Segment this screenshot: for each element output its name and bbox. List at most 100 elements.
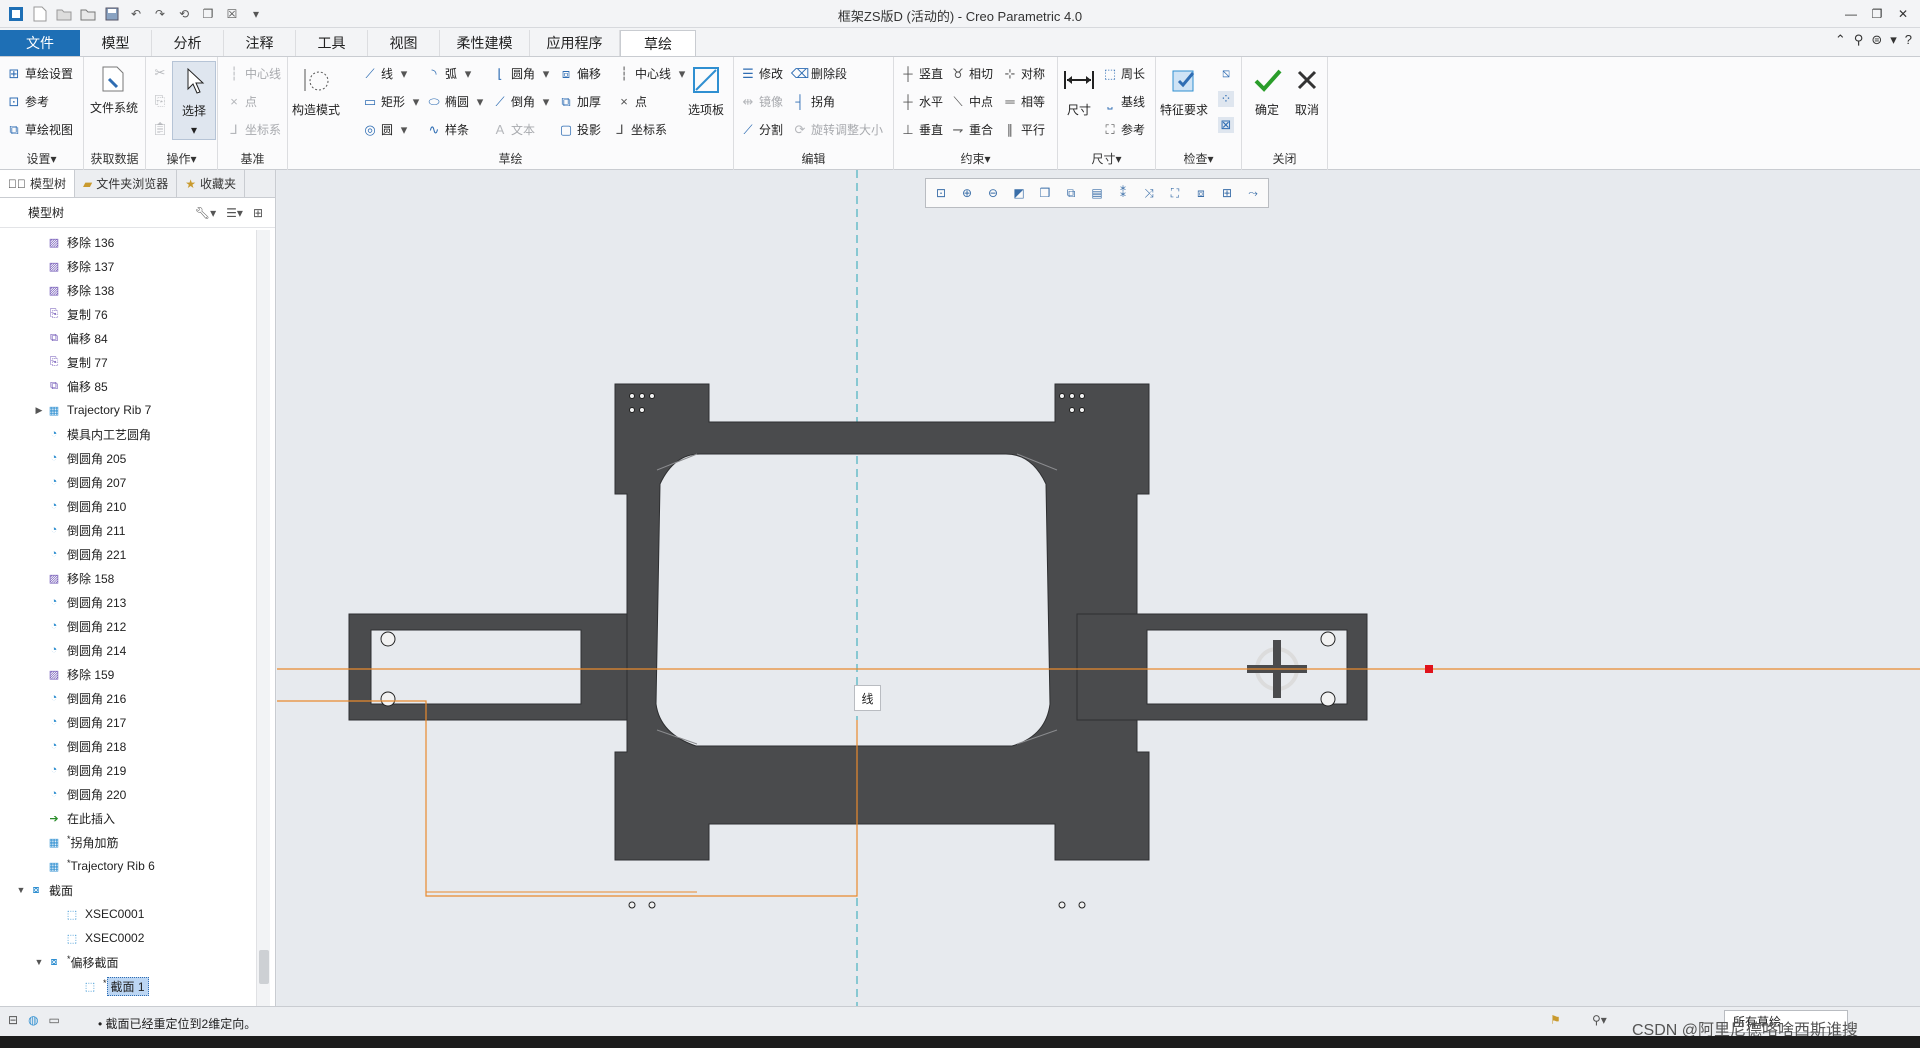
reference-button[interactable]: ⊡ 参考 xyxy=(6,93,49,110)
sketch-handle-right[interactable] xyxy=(1425,665,1433,673)
perpendicular-button[interactable]: ⊥ 垂直 xyxy=(900,121,943,138)
tree-item[interactable]: ⧉ 偏移 84 xyxy=(0,326,254,350)
tree-item[interactable]: ◔ 倒圆角 219 xyxy=(0,758,254,782)
tree-scrollbar[interactable] xyxy=(256,230,270,1006)
graphics-canvas[interactable]: ⊡ ⊕ ⊖ ◩ ❒ ⧉ ▤ ⁑ ⤨ ⛶ ⧈ ⊞ ⤳ 线 xyxy=(277,170,1920,1006)
minimize-ribbon-icon[interactable]: ⌃ xyxy=(1835,32,1846,48)
tree-item[interactable]: ⎘ 复制 76 xyxy=(0,302,254,326)
fillet-button[interactable]: ⌊ 圆角 ▾ xyxy=(492,65,554,82)
tab-tools[interactable]: 工具 xyxy=(296,30,368,56)
tree-item[interactable]: ▨ 移除 136 xyxy=(0,230,254,254)
corner-button[interactable]: ┤ 拐角 xyxy=(792,93,835,110)
tree-filter-icon[interactable]: ⊞ xyxy=(253,206,263,220)
offset-button[interactable]: ⧈ 偏移 xyxy=(558,65,601,82)
text-button[interactable]: A 文本 xyxy=(492,121,535,138)
tab-model-tree[interactable]: ⁝⃞ 模型树 xyxy=(0,170,76,197)
tree-item[interactable]: ▼ ⧇ 截面 xyxy=(0,878,254,902)
tree-item[interactable]: ◔ 倒圆角 214 xyxy=(0,638,254,662)
modify-button[interactable]: ☰ 修改 xyxy=(740,65,783,82)
tab-view[interactable]: 视图 xyxy=(368,30,440,56)
centerline-button[interactable]: ┆ 中心线 ▾ xyxy=(616,65,690,82)
tab-folder-browser[interactable]: ▰ 文件夹浏览器 xyxy=(75,170,178,197)
tree-item[interactable]: ◔ 模具内工艺圆角 xyxy=(0,422,254,446)
datum-centerline-button[interactable]: ┆ 中心线 xyxy=(226,65,281,82)
baseline-button[interactable]: ⎵ 基线 xyxy=(1102,93,1145,110)
help-dropdown-icon[interactable]: ▾ xyxy=(1890,32,1897,48)
full-screen-icon[interactable]: ▭ xyxy=(49,1013,60,1027)
binoculars-icon[interactable]: ⚲▾ xyxy=(1592,1013,1607,1027)
help-icon[interactable]: ⊜ xyxy=(1871,32,1882,48)
horizontal-button[interactable]: ┼ 水平 xyxy=(900,93,943,110)
status-flag-icon[interactable]: ⚑ xyxy=(1550,1013,1561,1027)
cancel-button[interactable]: 取消 xyxy=(1290,63,1324,118)
tree-item[interactable]: ◔ 倒圆角 207 xyxy=(0,470,254,494)
tree-show-icon[interactable]: ☰▾ xyxy=(226,206,243,220)
mirror-button[interactable]: ⇹ 镜像 xyxy=(740,93,783,110)
sketch-setup-button[interactable]: ⊞ 草绘设置 xyxy=(6,65,73,82)
view-manager-icon[interactable]: ▤ xyxy=(1086,182,1108,204)
coincident-button[interactable]: ⇁ 重合 xyxy=(950,121,993,138)
scrollbar-thumb[interactable] xyxy=(259,950,269,984)
palette-button[interactable]: 选项板 xyxy=(688,63,724,118)
tree-item[interactable]: ◔ 倒圆角 221 xyxy=(0,542,254,566)
ok-button[interactable]: 确定 xyxy=(1250,63,1284,118)
tree-item[interactable]: ◔ 倒圆角 220 xyxy=(0,782,254,806)
tree-item[interactable]: ⬚ * 截面 1 xyxy=(0,974,254,998)
tab-model[interactable]: 模型 xyxy=(80,30,152,56)
expander-icon[interactable]: ▼ xyxy=(14,885,28,895)
tangent-button[interactable]: ♉︎ 相切 xyxy=(950,65,993,82)
search-icon[interactable]: ⚲ xyxy=(1854,32,1864,48)
parallel-button[interactable]: ∥ 平行 xyxy=(1002,121,1045,138)
datum-display-filters-icon[interactable]: ⁑ xyxy=(1112,182,1134,204)
sketcher-display-filters-icon[interactable]: ⊞ xyxy=(1216,182,1238,204)
repaint-icon[interactable]: ◩ xyxy=(1008,182,1030,204)
sketch-view-button[interactable]: ⧉ 草绘视图 xyxy=(6,121,73,138)
arc-button[interactable]: ◝ 弧 ▾ xyxy=(426,65,476,82)
inspect-group-label[interactable]: 检查▾ xyxy=(1156,150,1241,167)
spline-button[interactable]: ∿ 样条 xyxy=(426,121,469,138)
delete-segment-button[interactable]: ⌫ 删除段 xyxy=(791,65,847,82)
dimension-group-label[interactable]: 尺寸▾ xyxy=(1058,150,1155,167)
tab-annotate[interactable]: 注释 xyxy=(224,30,296,56)
refit-icon[interactable]: ⊡ xyxy=(930,182,952,204)
tree-item[interactable]: ◔ 倒圆角 211 xyxy=(0,518,254,542)
setup-group-label[interactable]: 设置▾ xyxy=(0,150,83,167)
show-navigator-icon[interactable]: ⊟ xyxy=(8,1013,18,1027)
expander-icon[interactable]: ▶ xyxy=(32,405,46,416)
feature-requirements-button[interactable]: 特征要求 xyxy=(1160,63,1208,118)
datum-csys-button[interactable]: ⅃ 坐标系 xyxy=(226,121,281,138)
rotate-resize-button[interactable]: ⟳ 旋转调整大小 xyxy=(792,121,883,138)
midpoint-button[interactable]: ⟍ 中点 xyxy=(950,93,993,110)
tree-item[interactable]: ▼ ⧇ * 偏移截面 xyxy=(0,950,254,974)
tree-settings-icon[interactable]: 🔧︎▾ xyxy=(195,206,216,220)
vertical-button[interactable]: ┼ 竖直 xyxy=(900,65,943,82)
tree-item[interactable]: ▶ ▦ Trajectory Rib 7 xyxy=(0,398,254,422)
shade-closed-loops-button[interactable]: ⊠ xyxy=(1218,117,1234,133)
tab-sketch[interactable]: 草绘 xyxy=(620,30,696,56)
restore-icon[interactable]: ❐ xyxy=(1864,2,1890,26)
constrain-group-label[interactable]: 约束▾ xyxy=(894,150,1057,167)
file-system-button[interactable]: 文件系统 xyxy=(90,61,138,116)
tree-item[interactable]: ◔ 倒圆角 218 xyxy=(0,734,254,758)
construction-mode-button[interactable]: 构造模式 xyxy=(292,63,340,118)
show-browser-icon[interactable]: ◍ xyxy=(28,1013,38,1027)
tree-item[interactable]: ▨ 移除 138 xyxy=(0,278,254,302)
tab-flexible-modeling[interactable]: 柔性建模 xyxy=(440,30,530,56)
highlight-open-ends-button[interactable]: ⁘ xyxy=(1218,91,1234,107)
frame-part[interactable] xyxy=(348,383,1368,861)
tree-item[interactable]: ◔ 倒圆角 212 xyxy=(0,614,254,638)
equal-button[interactable]: ═ 相等 xyxy=(1002,93,1045,110)
rectangle-button[interactable]: ▭ 矩形 ▾ xyxy=(362,93,424,110)
select-button[interactable]: 选择 ▾ xyxy=(172,61,216,140)
copy-button[interactable]: ⎘ xyxy=(152,93,168,109)
divide-button[interactable]: ⟋ 分割 xyxy=(740,121,783,138)
help-question-icon[interactable]: ? xyxy=(1905,32,1912,48)
tree-item[interactable]: ◔ 倒圆角 205 xyxy=(0,446,254,470)
tree-item[interactable]: ⬚ XSEC0001 xyxy=(0,902,254,926)
tab-file[interactable]: 文件 xyxy=(0,30,80,56)
chamfer-button[interactable]: ⟋ 倒角 ▾ xyxy=(492,93,554,110)
cut-button[interactable]: ✂ xyxy=(152,65,168,81)
tree-item[interactable]: ◔ 倒圆角 210 xyxy=(0,494,254,518)
spin-center-icon[interactable]: ⛶ xyxy=(1164,182,1186,204)
zoom-in-icon[interactable]: ⊕ xyxy=(956,182,978,204)
